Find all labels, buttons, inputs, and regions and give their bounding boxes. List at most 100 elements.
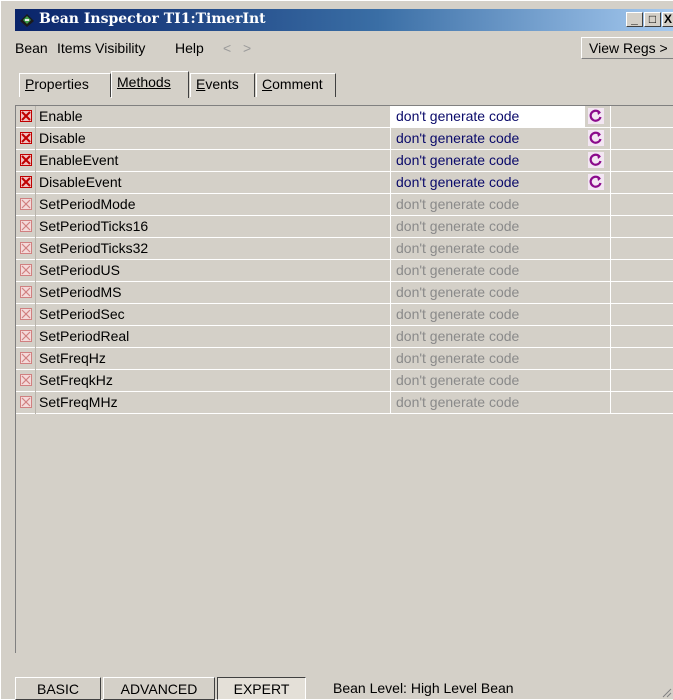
bean-inspector-window: Bean Inspector TI1:TimerInt _ □ X Bean I…: [0, 0, 673, 700]
method-row[interactable]: SetFreqkHz don't generate code: [16, 370, 673, 392]
method-disabled-icon[interactable]: [20, 132, 32, 144]
nav-forward-button[interactable]: >: [243, 40, 251, 56]
method-name: SetPeriodTicks32: [39, 240, 149, 256]
method-disabled-icon[interactable]: [20, 110, 32, 122]
method-generate-value[interactable]: don't generate code: [396, 152, 519, 168]
method-generate-value[interactable]: don't generate code: [396, 306, 519, 322]
method-disabled-icon[interactable]: [20, 242, 32, 254]
method-generate-value[interactable]: don't generate code: [396, 174, 519, 190]
level-expert-button[interactable]: EXPERT: [217, 677, 306, 700]
column-divider: [610, 128, 611, 150]
column-divider: [35, 106, 36, 128]
method-generate-value[interactable]: don't generate code: [396, 284, 519, 300]
method-generate-value[interactable]: don't generate code: [396, 130, 519, 146]
title-bar[interactable]: Bean Inspector TI1:TimerInt _ □ X: [15, 9, 673, 31]
method-generate-value[interactable]: don't generate code: [396, 372, 519, 388]
method-generate-value[interactable]: don't generate code: [396, 108, 519, 124]
method-generate-value[interactable]: don't generate code: [396, 196, 519, 212]
tab-properties[interactable]: Properties: [19, 73, 111, 97]
refresh-icon[interactable]: [588, 108, 604, 124]
refresh-icon[interactable]: [588, 152, 604, 168]
method-disabled-icon[interactable]: [20, 154, 32, 166]
menu-bean[interactable]: Bean: [15, 40, 48, 56]
level-basic-button[interactable]: BASIC: [15, 677, 101, 700]
column-divider: [610, 194, 611, 216]
method-disabled-icon[interactable]: [20, 352, 32, 364]
menu-help[interactable]: Help: [175, 40, 204, 56]
column-divider: [35, 392, 36, 414]
method-disabled-icon[interactable]: [20, 308, 32, 320]
refresh-icon[interactable]: [588, 130, 604, 146]
column-divider: [35, 172, 36, 194]
method-row[interactable]: SetPeriodUS don't generate code: [16, 260, 673, 282]
method-generate-value[interactable]: don't generate code: [396, 240, 519, 256]
column-divider: [390, 172, 391, 194]
method-name: SetFreqHz: [39, 350, 106, 366]
tab-methods[interactable]: Methods: [111, 71, 189, 98]
method-name: Disable: [39, 130, 86, 146]
menu-items-visibility[interactable]: Items Visibility: [57, 40, 145, 56]
method-row[interactable]: SetPeriodSec don't generate code: [16, 304, 673, 326]
method-disabled-icon[interactable]: [20, 396, 32, 408]
column-divider: [390, 238, 391, 260]
method-name: DisableEvent: [39, 174, 122, 190]
resize-grip-icon[interactable]: [660, 686, 672, 698]
tab-events[interactable]: Events: [190, 73, 255, 97]
method-generate-value[interactable]: don't generate code: [396, 262, 519, 278]
tab-comment[interactable]: Comment: [256, 73, 336, 97]
refresh-icon[interactable]: [588, 174, 604, 190]
column-divider: [610, 172, 611, 194]
menu-bar: Bean Items Visibility Help < >: [15, 37, 673, 59]
method-disabled-icon[interactable]: [20, 286, 32, 298]
method-row[interactable]: SetPeriodTicks16 don't generate code: [16, 216, 673, 238]
method-name: SetPeriodSec: [39, 306, 125, 322]
column-divider: [390, 150, 391, 172]
view-regs-button[interactable]: View Regs >: [581, 37, 673, 59]
minimize-button[interactable]: _: [626, 12, 643, 27]
column-divider: [610, 392, 611, 414]
method-disabled-icon[interactable]: [20, 264, 32, 276]
column-divider: [35, 150, 36, 172]
method-row[interactable]: EnableEvent don't generate code: [16, 150, 673, 172]
tab-methods-label: Methods: [117, 74, 171, 90]
column-divider: [35, 282, 36, 304]
column-divider: [390, 348, 391, 370]
tab-events-accel: E: [196, 76, 206, 92]
method-generate-value[interactable]: don't generate code: [396, 394, 519, 410]
column-divider: [35, 260, 36, 282]
column-divider: [390, 370, 391, 392]
method-name: SetPeriodMS: [39, 284, 122, 300]
column-divider: [610, 348, 611, 370]
method-generate-value[interactable]: don't generate code: [396, 218, 519, 234]
column-divider: [610, 260, 611, 282]
method-disabled-icon[interactable]: [20, 198, 32, 210]
method-row[interactable]: Disable don't generate code: [16, 128, 673, 150]
column-divider: [610, 326, 611, 348]
window-title: Bean Inspector TI1:TimerInt: [39, 11, 266, 27]
maximize-button[interactable]: □: [644, 12, 661, 27]
level-advanced-button[interactable]: ADVANCED: [103, 677, 215, 700]
method-disabled-icon[interactable]: [20, 330, 32, 342]
method-disabled-icon[interactable]: [20, 374, 32, 386]
close-button[interactable]: X: [662, 12, 673, 27]
method-generate-value[interactable]: don't generate code: [396, 328, 519, 344]
method-row[interactable]: DisableEvent don't generate code: [16, 172, 673, 194]
column-divider: [390, 282, 391, 304]
column-divider: [610, 282, 611, 304]
method-row[interactable]: SetPeriodMode don't generate code: [16, 194, 673, 216]
methods-grid: Enable don't generate code Disable don't ge…: [15, 105, 673, 653]
column-divider: [35, 370, 36, 392]
method-row[interactable]: SetFreqMHz don't generate code: [16, 392, 673, 414]
method-row[interactable]: SetPeriodTicks32 don't generate code: [16, 238, 673, 260]
method-row[interactable]: SetPeriodMS don't generate code: [16, 282, 673, 304]
method-row[interactable]: SetPeriodReal don't generate code: [16, 326, 673, 348]
method-disabled-icon[interactable]: [20, 176, 32, 188]
nav-back-button[interactable]: <: [223, 40, 231, 56]
method-disabled-icon[interactable]: [20, 220, 32, 232]
method-row[interactable]: Enable don't generate code: [16, 106, 673, 128]
column-divider: [610, 238, 611, 260]
method-name: SetPeriodMode: [39, 196, 136, 212]
method-generate-value[interactable]: don't generate code: [396, 350, 519, 366]
column-divider: [35, 128, 36, 150]
method-row[interactable]: SetFreqHz don't generate code: [16, 348, 673, 370]
